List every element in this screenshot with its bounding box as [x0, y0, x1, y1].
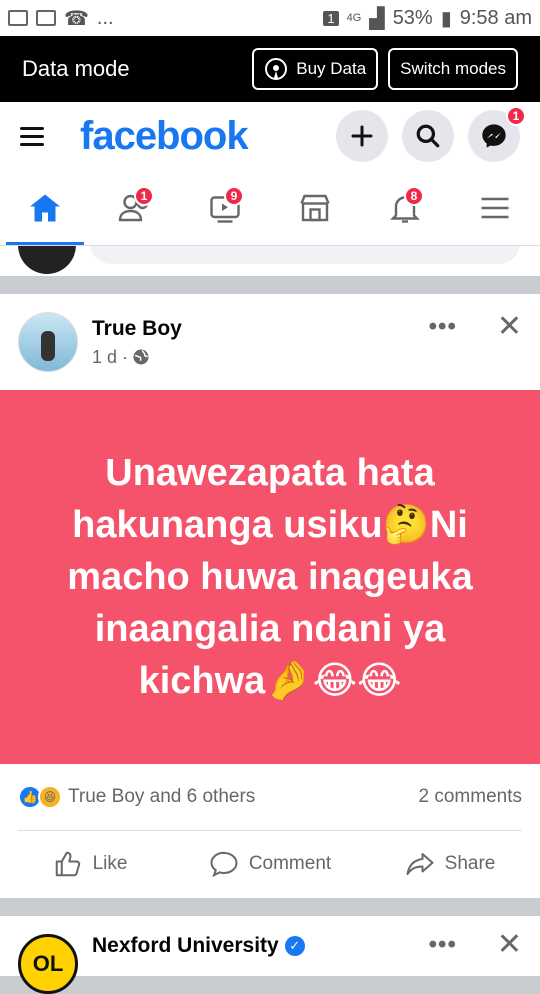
comment-icon	[210, 851, 238, 878]
more-options-icon[interactable]: •••	[429, 313, 457, 341]
switch-modes-button[interactable]: Switch modes	[388, 48, 518, 90]
battery-percent: 53%	[392, 6, 433, 29]
nav-tabs: 1 9 8	[0, 170, 540, 246]
facebook-logo[interactable]: facebook	[80, 114, 249, 159]
composer-input[interactable]	[90, 246, 520, 264]
more-options-icon[interactable]: •••	[429, 931, 457, 959]
share-icon	[406, 853, 434, 875]
plus-icon	[351, 125, 373, 147]
sim-indicator: 1	[323, 10, 339, 26]
watch-badge: 9	[224, 186, 244, 206]
messenger-badge: 1	[506, 106, 526, 126]
tab-home[interactable]	[0, 170, 90, 245]
post-text: Unawezapata hata hakunanga usiku🤔Ni mach…	[67, 452, 473, 702]
globe-icon	[133, 349, 149, 365]
broadcast-icon	[265, 58, 288, 80]
marketplace-icon	[300, 194, 330, 221]
clock: 9:58 am	[459, 6, 532, 29]
reactions-bar[interactable]: 👍 😆 True Boy and 6 others 2 comments	[0, 764, 540, 830]
data-mode-banner: Data mode Buy Data Switch modes	[0, 36, 540, 102]
comment-button[interactable]: Comment	[180, 849, 360, 879]
menu-icon[interactable]	[20, 126, 44, 146]
story-avatar[interactable]	[18, 246, 76, 274]
avatar[interactable]	[18, 312, 78, 372]
post-author[interactable]: Nexford University	[92, 934, 279, 958]
home-icon	[30, 194, 60, 221]
haha-reaction-icon: 😆	[38, 785, 62, 809]
verified-icon: ✓	[284, 936, 305, 956]
status-bar: ☎ ... 1 4G ▟ 53% ▮ 9:58 am	[0, 0, 540, 36]
tab-marketplace[interactable]	[270, 170, 360, 245]
buy-data-label: Buy Data	[296, 59, 367, 78]
switch-modes-label: Switch modes	[400, 59, 506, 78]
post-header: True Boy 1 d · ••• ✕	[0, 294, 540, 390]
post-background-card: Unawezapata hata hakunanga usiku🤔Ni mach…	[0, 390, 540, 764]
like-label: Like	[92, 853, 128, 874]
comment-label: Comment	[248, 853, 332, 874]
next-post: OL Nexford University ✓ ••• ✕	[0, 916, 540, 994]
close-icon[interactable]: ✕	[497, 312, 522, 342]
post-time[interactable]: 1 d ·	[92, 347, 128, 368]
missed-call-icon: ☎	[64, 7, 89, 30]
share-button[interactable]: Share	[360, 849, 540, 879]
post-meta: 1 d ·	[92, 347, 182, 368]
more-notifications: ...	[96, 6, 114, 29]
friends-badge: 1	[134, 186, 154, 206]
messenger-icon	[482, 124, 506, 148]
gallery-icon	[8, 10, 28, 26]
app-header: facebook 1	[0, 102, 540, 170]
create-button[interactable]	[336, 110, 388, 162]
search-icon	[416, 124, 440, 148]
thumbs-up-icon	[55, 851, 80, 877]
tab-notifications[interactable]: 8	[360, 170, 450, 245]
network-type: 4G	[346, 12, 362, 24]
post-actions: Like Comment Share	[0, 831, 540, 897]
tab-friends[interactable]: 1	[90, 170, 180, 245]
share-label: Share	[444, 853, 496, 874]
buy-data-button[interactable]: Buy Data	[252, 48, 379, 90]
close-icon[interactable]: ✕	[497, 930, 522, 960]
notifications-badge: 8	[404, 186, 424, 206]
feed-post: True Boy 1 d · ••• ✕ Unawezapata hata ha…	[0, 294, 540, 898]
tab-menu[interactable]	[450, 170, 540, 245]
mail-icon	[36, 10, 56, 26]
reactions-summary[interactable]: True Boy and 6 others	[68, 786, 255, 808]
search-button[interactable]	[402, 110, 454, 162]
post-author[interactable]: True Boy	[92, 317, 182, 341]
data-mode-title: Data mode	[22, 56, 130, 81]
like-button[interactable]: Like	[0, 849, 180, 879]
menu-lines-icon	[481, 197, 509, 218]
messenger-button[interactable]: 1	[468, 106, 526, 162]
tab-watch[interactable]: 9	[180, 170, 270, 245]
signal-icon: ▟	[369, 7, 385, 30]
comments-count[interactable]: 2 comments	[419, 786, 522, 808]
avatar[interactable]: OL	[18, 934, 78, 994]
battery-icon: ▮	[440, 7, 452, 30]
previous-post-strip	[0, 246, 540, 276]
